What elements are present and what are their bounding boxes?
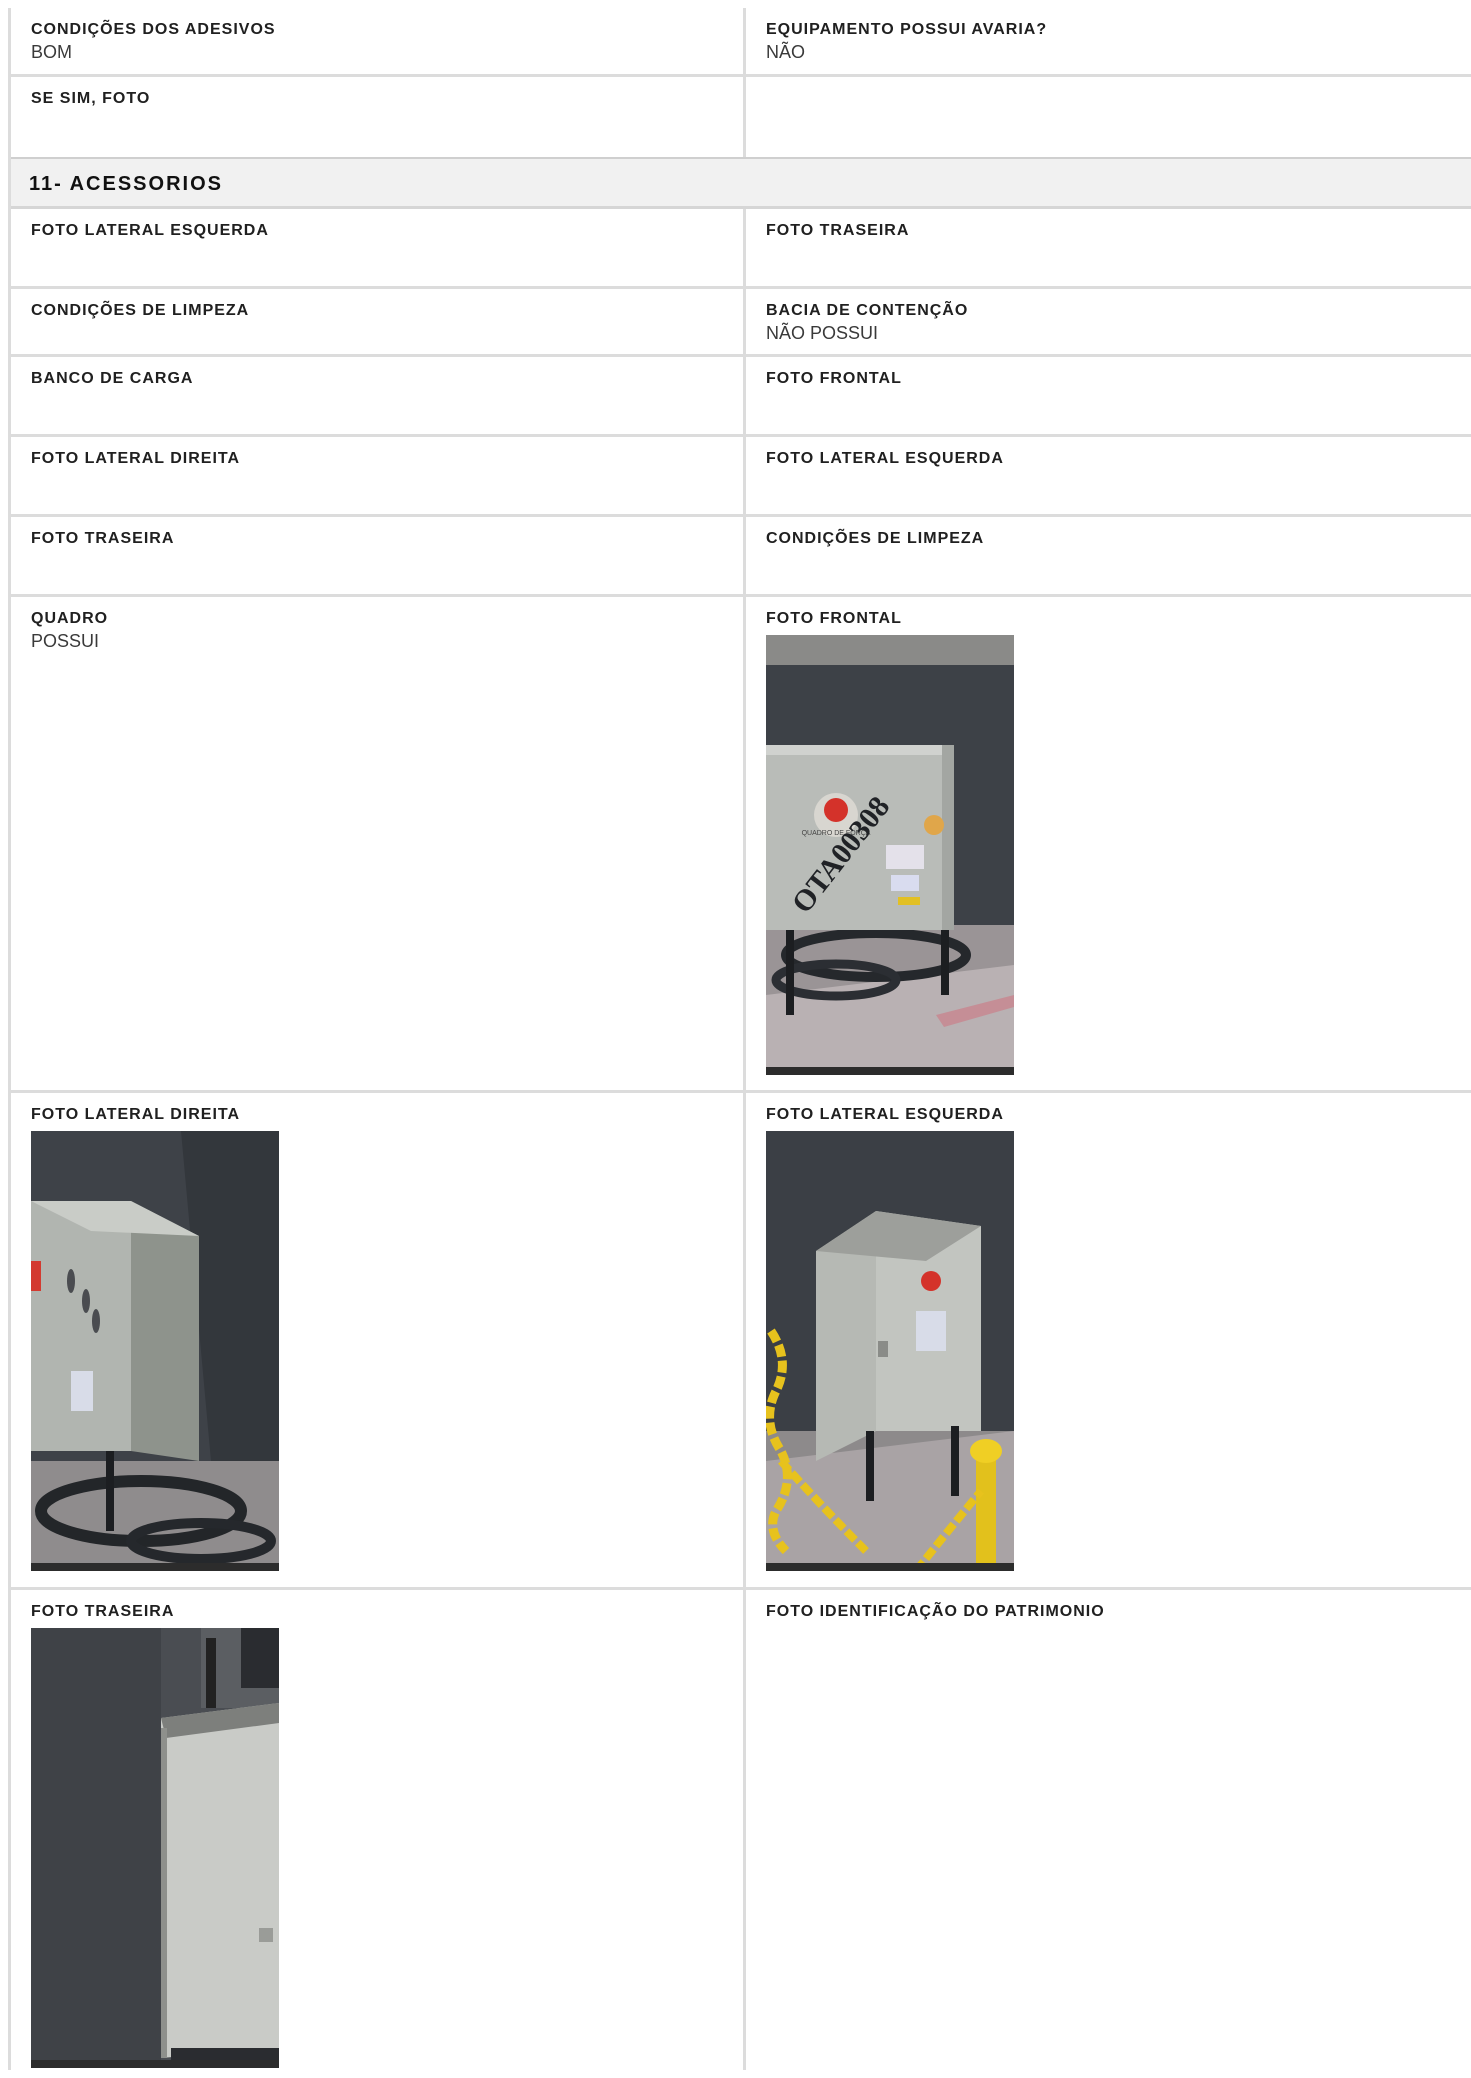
field-value: NÃO: [766, 42, 806, 62]
field-label: FOTO LATERAL ESQUERDA: [766, 450, 1004, 467]
field-label: FOTO LATERAL DIREITA: [31, 450, 241, 467]
photo-row: QUADRO POSSUI FOTO FRONTAL QUADRO DE FOR…: [11, 597, 1471, 1093]
field-label: SE SIM, FOTO: [31, 90, 151, 107]
field-cell: [746, 77, 1471, 157]
photo-row: FOTO TRASEIRA FOTO IDENTIFICAÇÃO DO PATR…: [11, 1590, 1471, 2070]
field-row: CONDIÇÕES DE LIMPEZA BACIA DE CONTENÇÃO …: [11, 289, 1471, 357]
field-row: SE SIM, FOTO: [11, 77, 1471, 157]
field-label: FOTO FRONTAL: [766, 610, 902, 627]
field-row: FOTO LATERAL DIREITA FOTO LATERAL ESQUER…: [11, 437, 1471, 517]
field-label: FOTO TRASEIRA: [31, 1603, 175, 1620]
field-cell: FOTO TRASEIRA: [11, 1590, 746, 2070]
field-label: FOTO IDENTIFICAÇÃO DO PATRIMONIO: [766, 1603, 1105, 1620]
power-panel-left-photo: [766, 1131, 1014, 1571]
inspection-sheet: CONDIÇÕES DOS ADESIVOS BOM EQUIPAMENTO P…: [8, 8, 1471, 2070]
field-label: BANCO DE CARGA: [31, 370, 194, 387]
field-cell: FOTO TRASEIRA: [746, 209, 1471, 286]
field-cell: CONDIÇÕES DE LIMPEZA: [746, 517, 1471, 594]
field-label: EQUIPAMENTO POSSUI AVARIA?: [766, 21, 1048, 38]
power-panel-front-photo: QUADRO DE FORÇA OTA00308: [766, 635, 1014, 1075]
field-value: POSSUI: [31, 631, 100, 651]
field-row: FOTO TRASEIRA CONDIÇÕES DE LIMPEZA: [11, 517, 1471, 597]
power-panel-right-photo: [31, 1131, 279, 1571]
power-panel-rear-photo: [31, 1628, 279, 2068]
field-cell: QUADRO POSSUI: [11, 597, 746, 1090]
photo-frontal[interactable]: QUADRO DE FORÇA OTA00308: [766, 635, 1014, 1075]
field-cell: FOTO LATERAL ESQUERDA: [746, 437, 1471, 514]
field-cell: FOTO TRASEIRA: [11, 517, 746, 594]
photo-traseira[interactable]: [31, 1628, 279, 2068]
field-label: QUADRO: [31, 610, 109, 627]
field-cell: EQUIPAMENTO POSSUI AVARIA? NÃO: [746, 8, 1471, 74]
field-label: FOTO LATERAL DIREITA: [31, 1106, 241, 1123]
field-value: NÃO POSSUI: [766, 323, 879, 343]
field-label: BACIA DE CONTENÇÃO: [766, 302, 969, 319]
field-row: BANCO DE CARGA FOTO FRONTAL: [11, 357, 1471, 437]
field-cell: FOTO IDENTIFICAÇÃO DO PATRIMONIO: [746, 1590, 1471, 2070]
field-cell: BANCO DE CARGA: [11, 357, 746, 434]
field-label: CONDIÇÕES DE LIMPEZA: [31, 302, 250, 319]
field-label: FOTO FRONTAL: [766, 370, 902, 387]
field-cell: CONDIÇÕES DE LIMPEZA: [11, 289, 746, 354]
photo-lateral-direita[interactable]: [31, 1131, 279, 1571]
field-cell: FOTO LATERAL DIREITA: [11, 1093, 746, 1587]
photo-row: FOTO LATERAL DIREITA FOTO LATERAL ESQUER…: [11, 1093, 1471, 1590]
field-cell: FOTO FRONTAL QUADRO DE FORÇA OTA00308: [746, 597, 1471, 1090]
field-label: FOTO TRASEIRA: [766, 222, 910, 239]
field-cell: FOTO FRONTAL: [746, 357, 1471, 434]
photo-lateral-esquerda[interactable]: [766, 1131, 1014, 1571]
section-header: 11- ACESSORIOS: [11, 157, 1471, 209]
field-row: CONDIÇÕES DOS ADESIVOS BOM EQUIPAMENTO P…: [11, 8, 1471, 77]
field-label: FOTO TRASEIRA: [31, 530, 175, 547]
section-title: 11- ACESSORIOS: [29, 173, 223, 195]
field-label: FOTO LATERAL ESQUERDA: [31, 222, 269, 239]
field-value: BOM: [31, 42, 73, 62]
field-row: FOTO LATERAL ESQUERDA FOTO TRASEIRA: [11, 209, 1471, 289]
field-label: CONDIÇÕES DOS ADESIVOS: [31, 21, 276, 38]
field-label: CONDIÇÕES DE LIMPEZA: [766, 530, 985, 547]
field-cell: SE SIM, FOTO: [11, 77, 746, 157]
field-cell: CONDIÇÕES DOS ADESIVOS BOM: [11, 8, 746, 74]
field-cell: FOTO LATERAL DIREITA: [11, 437, 746, 514]
field-cell: FOTO LATERAL ESQUERDA: [746, 1093, 1471, 1587]
field-cell: BACIA DE CONTENÇÃO NÃO POSSUI: [746, 289, 1471, 354]
field-cell: FOTO LATERAL ESQUERDA: [11, 209, 746, 286]
field-label: FOTO LATERAL ESQUERDA: [766, 1106, 1004, 1123]
